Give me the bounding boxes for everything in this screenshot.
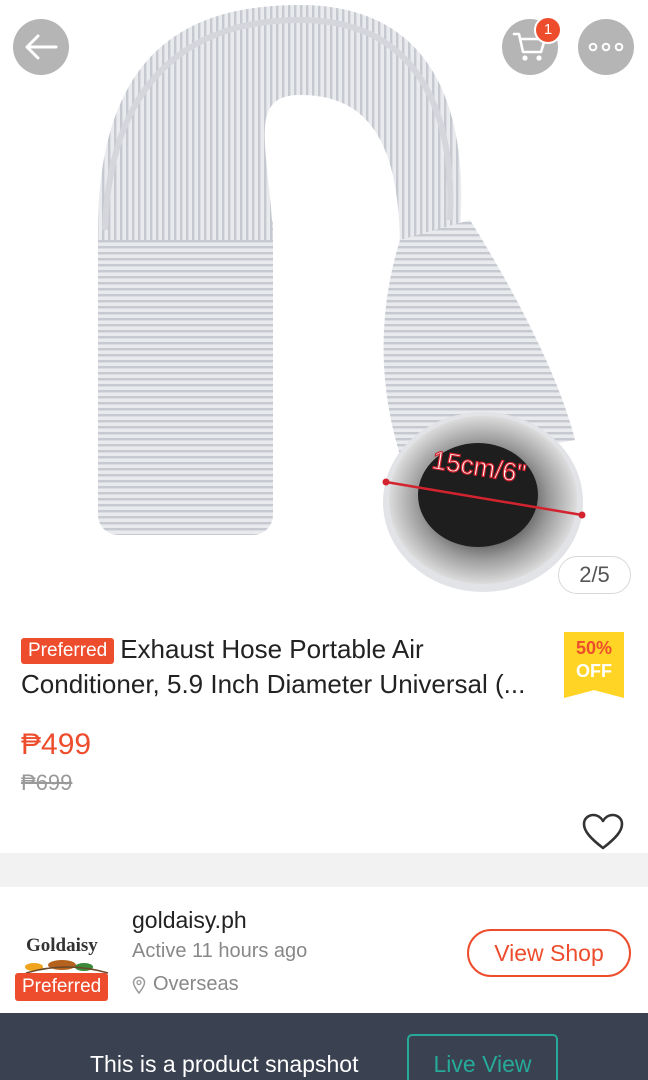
shop-active-status: Active 11 hours ago <box>132 940 308 962</box>
snapshot-notice: This is a product snapshot <box>90 1051 359 1077</box>
discount-badge: 50% OFF <box>564 632 624 698</box>
snapshot-bar: This is a product snapshot Live View <box>0 1013 648 1080</box>
product-image: 15cm/6" <box>97 5 586 592</box>
cart-count-badge: 1 <box>534 16 562 44</box>
shop-section: Goldaisy Preferred goldaisy.ph Active 11… <box>0 887 648 1013</box>
discount-off-label: OFF <box>576 661 612 681</box>
more-dots-icon <box>588 42 624 52</box>
discount-percent: 50% <box>575 638 613 658</box>
product-image-gallery[interactable]: 15cm/6" 1 2/5 <box>0 0 648 610</box>
location-pin-icon <box>132 976 146 994</box>
shop-location: Overseas <box>132 973 239 996</box>
back-button[interactable] <box>13 19 69 75</box>
shop-name[interactable]: goldaisy.ph <box>132 907 247 934</box>
shop-logo-text: Goldaisy <box>26 935 98 956</box>
section-divider <box>0 853 648 887</box>
shop-location-text: Overseas <box>153 973 239 995</box>
view-shop-button[interactable]: View Shop <box>467 929 631 977</box>
more-options-button[interactable] <box>578 19 634 75</box>
shop-preferred-tag: Preferred <box>15 973 109 1001</box>
image-page-indicator: 2/5 <box>558 556 631 594</box>
product-title: Preferred Exhaust Hose Portable Air Condi… <box>21 632 566 702</box>
product-page: 15cm/6" 1 2/5 Preferred Exhaust Hose Por… <box>0 0 648 1080</box>
live-view-button[interactable]: Live View <box>407 1034 558 1080</box>
original-price: ₱699 <box>21 770 73 795</box>
product-info: Preferred Exhaust Hose Portable Air Condi… <box>0 610 648 853</box>
preferred-tag: Preferred <box>21 638 115 664</box>
current-price: ₱499 <box>21 728 92 761</box>
cart-button[interactable]: 1 <box>502 16 562 75</box>
heart-icon[interactable] <box>582 813 624 851</box>
arrow-left-icon <box>25 34 58 60</box>
